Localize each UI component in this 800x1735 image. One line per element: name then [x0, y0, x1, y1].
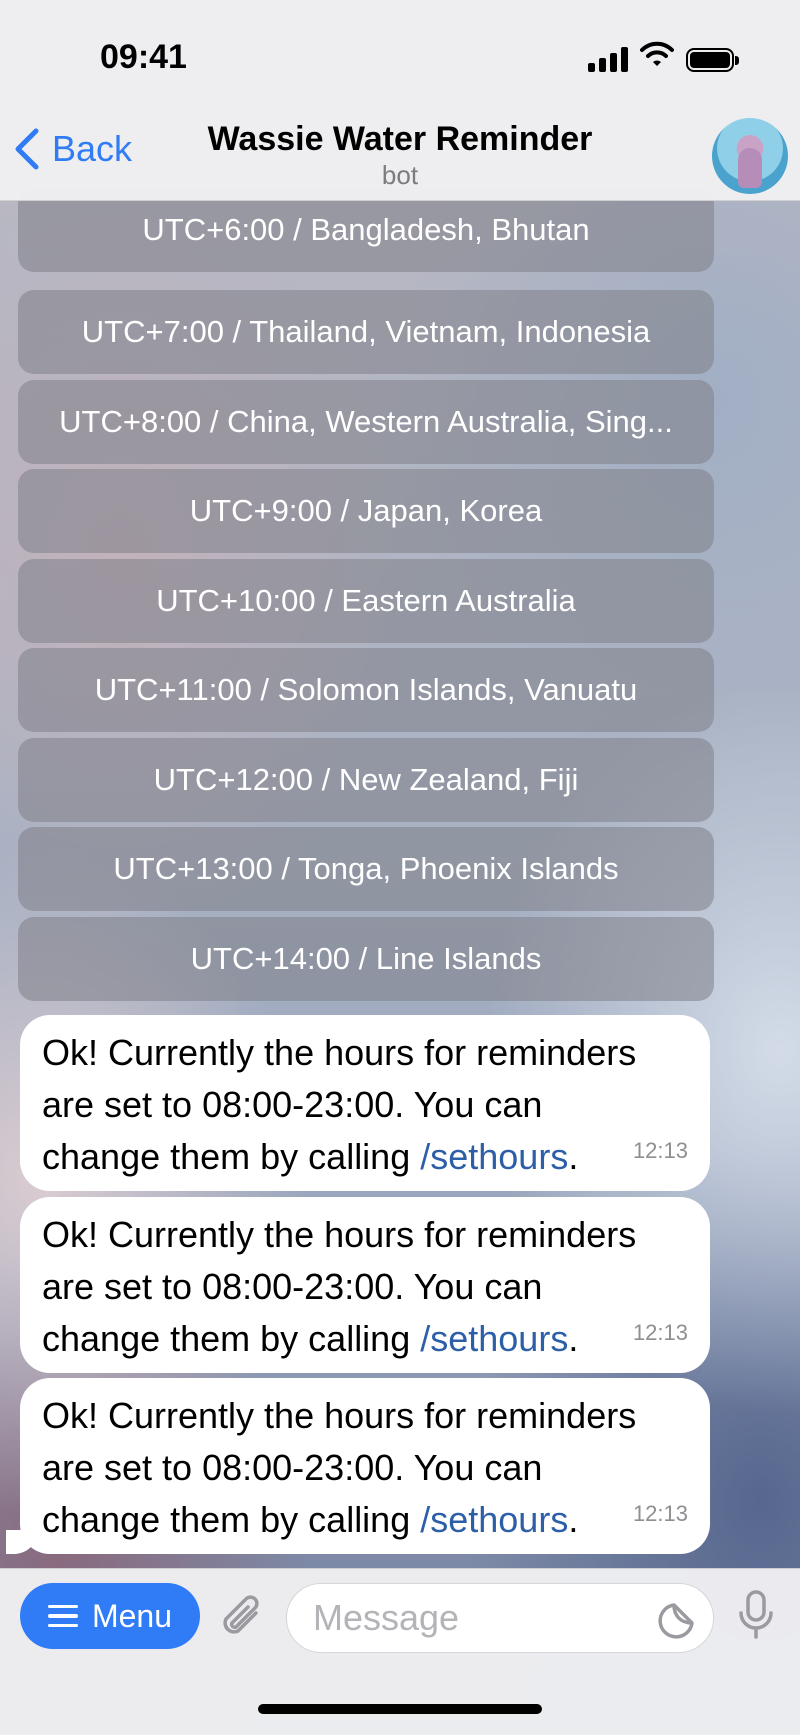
message-input[interactable] [286, 1583, 714, 1653]
menu-label: Menu [91, 1597, 173, 1634]
message-text: Ok! Currently the hours for reminders ar… [42, 1032, 637, 1177]
navigation-header: 09:41 Back Wassie Water Reminder bot [0, 0, 800, 201]
chat-subtitle: bot [381, 160, 419, 190]
back-button[interactable]: Back [14, 128, 132, 170]
timezone-button[interactable]: UTC+12:00 / New Zealand, Fiji [18, 738, 714, 822]
timezone-button[interactable]: UTC+8:00 / China, Western Australia, Sin… [18, 380, 714, 464]
command-link[interactable]: /sethours [420, 1499, 568, 1540]
menu-button[interactable]: Menu [20, 1583, 200, 1649]
timezone-button[interactable]: UTC+7:00 / Thailand, Vietnam, Indonesia [18, 290, 714, 374]
timezone-button[interactable]: UTC+10:00 / Eastern Australia [18, 559, 714, 643]
message-text: Ok! Currently the hours for reminders ar… [42, 1395, 637, 1540]
sticker-icon[interactable] [656, 1601, 696, 1646]
hamburger-icon [47, 1604, 78, 1628]
bot-avatar[interactable] [712, 118, 788, 194]
status-time: 09:41 [100, 38, 187, 76]
paperclip-icon[interactable] [218, 1591, 266, 1648]
message-timestamp: 12:13 [632, 1501, 688, 1526]
timezone-button[interactable]: UTC+14:00 / Line Islands [18, 917, 714, 1001]
message-bubble: Ok! Currently the hours for reminders ar… [20, 1378, 710, 1554]
chevron-left-icon [15, 128, 39, 170]
message-timestamp: 12:13 [632, 1138, 688, 1163]
message-text: Ok! Currently the hours for reminders ar… [42, 1214, 637, 1359]
chat-title-area[interactable]: Wassie Water Reminder bot [150, 118, 650, 190]
command-link[interactable]: /sethours [420, 1318, 568, 1359]
back-label: Back [52, 128, 133, 169]
timezone-button[interactable]: UTC+9:00 / Japan, Korea [18, 469, 714, 553]
message-bubble: Ok! Currently the hours for reminders ar… [20, 1015, 710, 1191]
timezone-button[interactable]: UTC+13:00 / Tonga, Phoenix Islands [18, 827, 714, 911]
microphone-icon[interactable] [736, 1589, 776, 1646]
battery-icon [686, 48, 739, 72]
message-bubble: Ok! Currently the hours for reminders ar… [20, 1197, 710, 1373]
wifi-icon [640, 41, 674, 72]
message-timestamp: 12:13 [632, 1320, 688, 1345]
status-icons [588, 41, 739, 72]
command-link[interactable]: /sethours [420, 1136, 568, 1177]
home-indicator[interactable] [258, 1704, 542, 1714]
cellular-signal-icon [588, 46, 628, 72]
chat-title: Wassie Water Reminder [207, 120, 593, 158]
timezone-button[interactable]: UTC+11:00 / Solomon Islands, Vanuatu [18, 648, 714, 732]
